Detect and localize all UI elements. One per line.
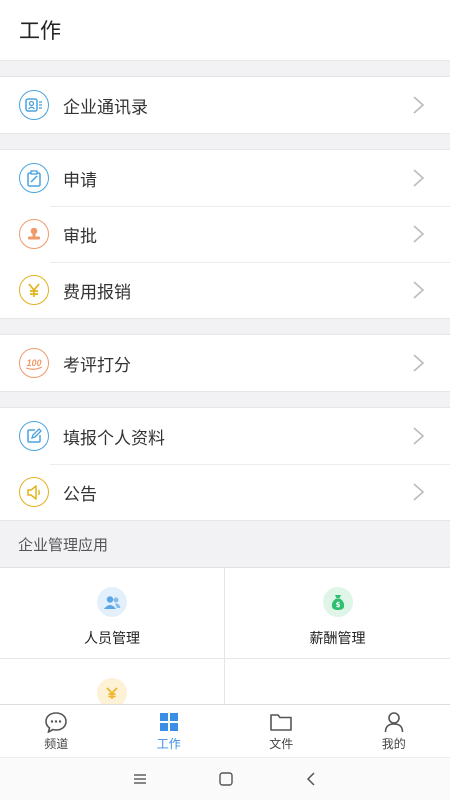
tab-label: 频道 — [44, 736, 69, 751]
svg-text:100: 100 — [26, 358, 41, 368]
menu-item-label: 费用报销 — [63, 282, 131, 303]
work-content[interactable]: 企业通讯录 申请 审批 费用报销 100 考评打分 填报个人资料 公告 企业管理… — [0, 61, 450, 704]
menu-item-label: 填报个人资料 — [63, 428, 165, 449]
section-title-enterprise-apps: 企业管理应用 — [18, 535, 109, 554]
group-profile: 填报个人资料 公告 — [0, 407, 450, 521]
tab-mine[interactable]: 我的 — [338, 705, 450, 757]
tab-label: 我的 — [381, 736, 406, 751]
menu-item-label: 申请 — [63, 170, 97, 191]
menu-item-contacts[interactable]: 企业通讯录 — [0, 77, 450, 133]
tab-channel[interactable]: 频道 — [0, 705, 113, 757]
menu-icon[interactable] — [132, 772, 148, 786]
score-100-icon: 100 — [19, 348, 49, 378]
app-tile-personnel[interactable]: 人员管理 — [0, 568, 225, 659]
menu-item-evaluation[interactable]: 100 考评打分 — [0, 335, 450, 391]
chevron-right-icon — [413, 169, 425, 187]
apply-icon — [19, 163, 49, 193]
people-icon — [97, 587, 127, 617]
tab-label: 工作 — [156, 736, 181, 751]
chevron-right-icon — [413, 225, 425, 243]
tab-work[interactable]: 工作 — [113, 705, 226, 757]
menu-item-label: 企业通讯录 — [63, 97, 148, 118]
menu-item-announcement[interactable]: 公告 — [0, 464, 450, 520]
system-navigation-bar — [0, 757, 450, 800]
yen-icon — [19, 275, 49, 305]
app-grid: 人员管理 $ 薪酬管理 — [0, 567, 450, 704]
menu-item-label: 审批 — [63, 226, 97, 247]
chevron-right-icon — [413, 427, 425, 445]
chevron-right-icon — [413, 354, 425, 372]
chat-bubble-icon — [45, 711, 68, 733]
approval-stamp-icon — [19, 219, 49, 249]
app-header: 工作 — [0, 0, 450, 61]
group-workflow: 申请 审批 费用报销 — [0, 149, 450, 319]
app-tile-payroll[interactable]: $ 薪酬管理 — [225, 568, 450, 659]
app-tile-label: 薪酬管理 — [309, 631, 366, 647]
home-icon[interactable] — [218, 771, 234, 787]
menu-item-label: 考评打分 — [63, 355, 131, 376]
person-icon — [384, 711, 404, 732]
edit-profile-icon — [19, 421, 49, 451]
chevron-right-icon — [413, 96, 425, 114]
app-tile-finance[interactable] — [0, 659, 225, 704]
menu-item-expense[interactable]: 费用报销 — [0, 262, 450, 318]
back-icon[interactable] — [304, 771, 318, 787]
page-title: 工作 — [19, 19, 61, 43]
contacts-icon — [19, 90, 49, 120]
folder-icon — [270, 713, 293, 731]
megaphone-icon — [19, 477, 49, 507]
group-evaluation: 100 考评打分 — [0, 334, 450, 392]
menu-item-apply[interactable]: 申请 — [0, 150, 450, 206]
svg-text:$: $ — [335, 601, 340, 609]
chevron-right-icon — [413, 483, 425, 501]
menu-item-approval[interactable]: 审批 — [0, 206, 450, 262]
yen-coin-icon — [97, 678, 127, 704]
bottom-tab-bar: 频道 工作 文件 我的 — [0, 704, 450, 757]
menu-item-label: 公告 — [63, 484, 97, 505]
app-tile-empty — [225, 659, 450, 704]
tab-label: 文件 — [269, 736, 294, 751]
app-tile-label: 人员管理 — [84, 631, 140, 647]
menu-item-profile[interactable]: 填报个人资料 — [0, 408, 450, 464]
chevron-right-icon — [413, 281, 425, 299]
tab-files[interactable]: 文件 — [225, 705, 338, 757]
money-bag-icon: $ — [322, 587, 353, 617]
grid-icon — [159, 712, 178, 731]
group-contacts: 企业通讯录 — [0, 76, 450, 134]
